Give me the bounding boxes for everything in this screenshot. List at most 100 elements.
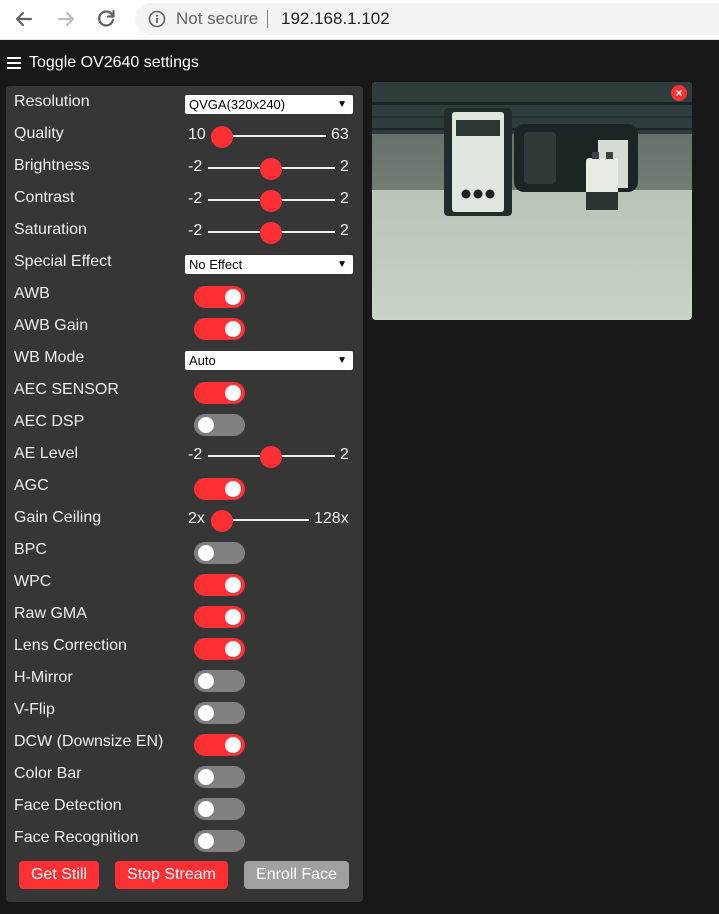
stop-stream-button[interactable]: Stop Stream	[115, 861, 228, 889]
browser-toolbar: Not secure 192.168.1.102	[0, 0, 719, 40]
toggle-knob	[198, 705, 214, 721]
wb-mode-value: Auto	[189, 353, 216, 368]
toggle-knob	[225, 481, 241, 497]
info-icon[interactable]	[148, 10, 166, 28]
toggle-knob	[225, 385, 241, 401]
contrast-label: Contrast	[14, 189, 75, 206]
quality-max: 63	[331, 126, 349, 143]
brightness-min: -2	[188, 158, 203, 175]
raw-gma-row: Raw GMA	[6, 599, 363, 631]
v-flip-toggle[interactable]	[194, 702, 245, 724]
wpc-row: WPC	[6, 567, 363, 599]
wb-mode-row: WB Mode Auto ▼	[6, 343, 363, 375]
resolution-row: Resolution QVGA(320x240) ▼	[6, 87, 363, 119]
camera-stream	[372, 82, 692, 320]
agc-toggle[interactable]	[194, 478, 245, 500]
face-detection-toggle[interactable]	[194, 798, 245, 820]
lens-correction-toggle[interactable]	[194, 638, 245, 660]
toggle-knob	[225, 737, 241, 753]
toggle-knob	[225, 609, 241, 625]
face-recognition-toggle[interactable]	[194, 830, 245, 852]
dcw-toggle[interactable]	[194, 734, 245, 756]
contrast-max: 2	[340, 190, 349, 207]
saturation-label: Saturation	[14, 221, 87, 238]
enroll-face-button[interactable]: Enroll Face	[244, 861, 349, 889]
ae-level-slider-thumb[interactable]	[260, 446, 282, 468]
wb-mode-label: WB Mode	[14, 349, 85, 366]
v-flip-label: V-Flip	[14, 701, 55, 718]
bpc-label: BPC	[14, 541, 47, 558]
lens-correction-row: Lens Correction	[6, 631, 363, 663]
address-bar[interactable]: Not secure 192.168.1.102	[135, 3, 719, 35]
aec-sensor-row: AEC SENSOR	[6, 375, 363, 407]
toggle-knob	[198, 769, 214, 785]
bpc-row: BPC	[6, 535, 363, 567]
forward-button[interactable]	[53, 6, 79, 32]
color-bar-toggle[interactable]	[194, 766, 245, 788]
lens-correction-label: Lens Correction	[14, 637, 127, 654]
toggle-knob	[198, 673, 214, 689]
saturation-max: 2	[340, 222, 349, 239]
wpc-toggle[interactable]	[194, 574, 245, 596]
close-stream-button[interactable]: ×	[671, 85, 687, 101]
dropdown-arrow-icon: ▼	[337, 99, 347, 110]
toggle-settings-label: Toggle OV2640 settings	[29, 54, 199, 71]
toggle-knob	[225, 641, 241, 657]
toggle-knob	[198, 801, 214, 817]
dropdown-arrow-icon: ▼	[337, 355, 347, 366]
raw-gma-toggle[interactable]	[194, 606, 245, 628]
awb-label: AWB	[14, 285, 50, 302]
ae-level-min: -2	[188, 446, 203, 463]
v-flip-row: V-Flip	[6, 695, 363, 727]
special-effect-row: Special Effect No Effect ▼	[6, 247, 363, 279]
brightness-row: Brightness -2 2	[6, 151, 363, 183]
aec-sensor-toggle[interactable]	[194, 382, 245, 404]
gain-ceiling-slider-thumb[interactable]	[211, 510, 233, 532]
brightness-slider-thumb[interactable]	[260, 158, 282, 180]
wb-mode-select[interactable]: Auto ▼	[185, 351, 353, 370]
bpc-toggle[interactable]	[194, 542, 245, 564]
special-effect-value: No Effect	[189, 257, 243, 272]
face-recognition-row: Face Recognition	[6, 823, 363, 855]
resolution-value: QVGA(320x240)	[189, 97, 286, 112]
quality-row: Quality 10 63	[6, 119, 363, 151]
security-status[interactable]: Not secure	[176, 9, 258, 29]
awb-gain-toggle[interactable]	[194, 318, 245, 340]
toggle-knob	[198, 833, 214, 849]
saturation-slider-thumb[interactable]	[260, 222, 282, 244]
special-effect-select[interactable]: No Effect ▼	[185, 255, 353, 274]
resolution-select[interactable]: QVGA(320x240) ▼	[185, 95, 353, 114]
face-detection-label: Face Detection	[14, 797, 122, 814]
gain-ceiling-min: 2x	[188, 510, 205, 527]
agc-row: AGC	[6, 471, 363, 503]
brightness-max: 2	[340, 158, 349, 175]
url-text[interactable]: 192.168.1.102	[281, 9, 390, 29]
contrast-row: Contrast -2 2	[6, 183, 363, 215]
quality-label: Quality	[14, 125, 64, 142]
contrast-slider-thumb[interactable]	[260, 190, 282, 212]
face-recognition-label: Face Recognition	[14, 829, 139, 846]
reload-button[interactable]	[93, 6, 119, 32]
quality-slider-thumb[interactable]	[211, 126, 233, 148]
color-bar-row: Color Bar	[6, 759, 363, 791]
awb-gain-label: AWB Gain	[14, 317, 89, 334]
aec-dsp-toggle[interactable]	[194, 414, 245, 436]
toggle-settings-button[interactable]: Toggle OV2640 settings	[7, 53, 199, 73]
aec-sensor-label: AEC SENSOR	[14, 381, 119, 398]
back-arrow-icon	[15, 11, 33, 27]
toggle-knob	[198, 417, 214, 433]
h-mirror-toggle[interactable]	[194, 670, 245, 692]
agc-label: AGC	[14, 477, 49, 494]
h-mirror-label: H-Mirror	[14, 669, 73, 686]
back-button[interactable]	[11, 6, 37, 32]
awb-toggle[interactable]	[194, 286, 245, 308]
special-effect-label: Special Effect	[14, 253, 112, 270]
ae-level-row: AE Level -2 2	[6, 439, 363, 471]
brightness-label: Brightness	[14, 157, 90, 174]
color-bar-label: Color Bar	[14, 765, 82, 782]
get-still-button[interactable]: Get Still	[19, 861, 99, 889]
raw-gma-label: Raw GMA	[14, 605, 87, 622]
reload-icon	[98, 9, 115, 27]
forward-arrow-icon	[57, 11, 75, 27]
ae-level-max: 2	[340, 446, 349, 463]
